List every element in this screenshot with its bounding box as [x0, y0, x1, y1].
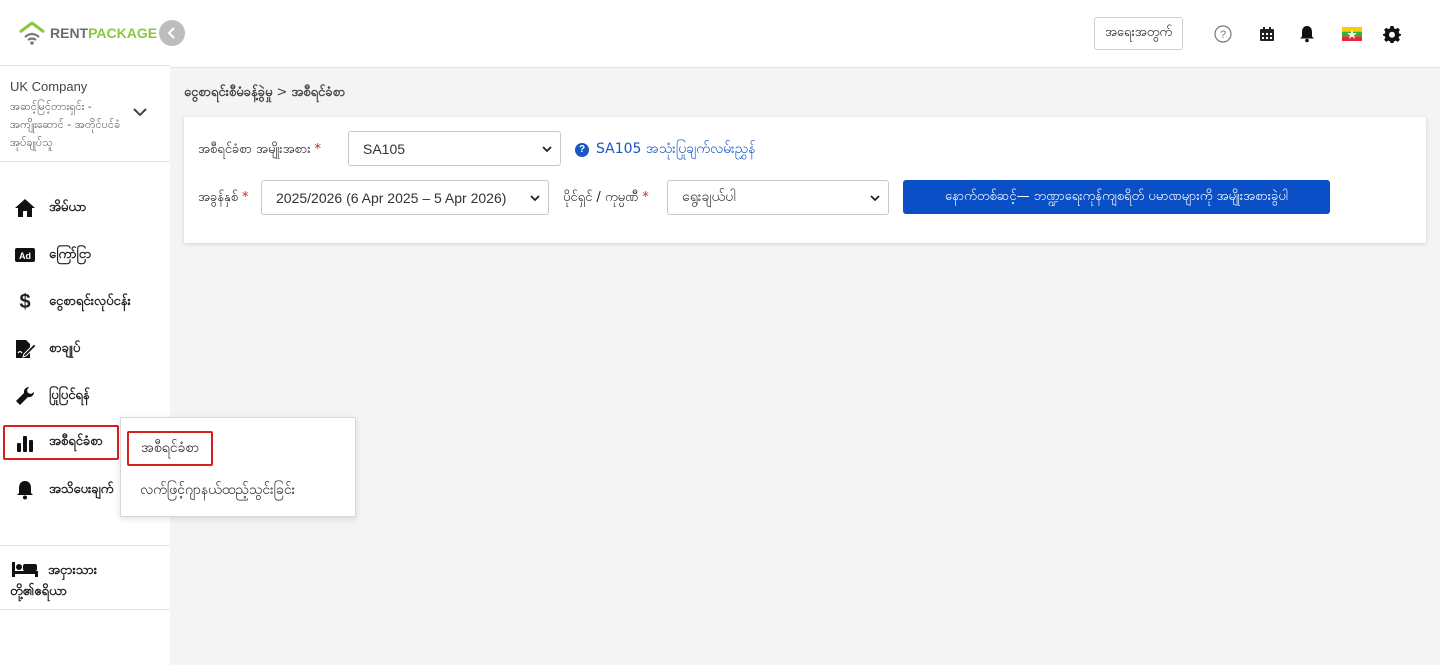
owner-label: ပိုင်ရှင် / ကုမ္ပဏီ * [563, 190, 649, 205]
sidebar-item-label: အိမ်ယာ [49, 199, 87, 215]
breadcrumb-separator: > [276, 85, 288, 100]
question-circle-icon[interactable]: ? [1213, 24, 1233, 44]
sidebar-item-label: ကြော်ငြာ [49, 246, 92, 262]
sidebar-item-label: စာချုပ် [49, 340, 81, 356]
home-icon [14, 197, 36, 219]
breadcrumb: ငွေစာရင်းစီမံခန့်ခွဲမှု > အစီရင်ခံစာ [184, 84, 345, 103]
breadcrumb-current: အစီရင်ခံစာ [291, 85, 346, 100]
wrench-icon [14, 385, 36, 407]
question-circle-icon: ? [575, 142, 589, 157]
sidebar-item-home[interactable]: အိမ်ယာ [0, 188, 170, 228]
brand-logo[interactable]: RENTPACKAGE [18, 20, 157, 46]
chevron-down-icon [870, 195, 880, 202]
sa105-guide-link[interactable]: ? SA105 အသုံးပြုချက်လမ်းညွှန် [575, 139, 755, 160]
help-button[interactable]: အရေးအတွက် [1094, 17, 1184, 50]
logo-row: RENTPACKAGE [0, 0, 170, 66]
calendar-icon[interactable] [1257, 24, 1277, 44]
svg-text:Ad: Ad [19, 251, 31, 261]
sidebar-item-ads[interactable]: Ad ကြော်ငြာ [0, 235, 170, 275]
dollar-icon: $ [19, 290, 31, 313]
sidebar-item-reports[interactable]: အစီရင်ခံစာ [3, 425, 119, 460]
sidebar-collapse-button[interactable] [159, 20, 185, 46]
sidebar-item-maintenance[interactable]: ပြုပြင်ရန် [0, 376, 170, 416]
sidebar: RENTPACKAGE UK Company အဆင့်မြင့်တားရှင်… [0, 0, 170, 665]
company-switcher[interactable]: UK Company အဆင့်မြင့်တားရှင်း - အကျိုးဆေ… [0, 66, 170, 162]
report-type-select[interactable]: SA105 [348, 131, 561, 166]
sidebar-item-accounting[interactable]: $ ငွေစာရင်းလုပ်ငန်း [0, 282, 170, 322]
report-type-label: အစီရင်ခံစာ အမျိုးအစား * [198, 142, 321, 157]
company-description: အဆင့်မြင့်တားရှင်း - အကျိုးဆောင် - အတိုင… [10, 100, 121, 149]
bar-chart-icon [14, 432, 36, 454]
next-step-button[interactable]: နောက်တစ်ဆင့်— ဘဏ္ဍာရေးကုန်ကျစရိတ် ပမာဏမျ… [903, 180, 1330, 214]
gear-icon[interactable] [1382, 24, 1402, 44]
sidebar-item-label: အသိပေးချက် [49, 481, 114, 497]
breadcrumb-parent[interactable]: ငွေစာရင်းစီမံခန့်ခွဲမှု [184, 85, 272, 100]
sidebar-item-contracts[interactable]: စာချုပ် [0, 329, 170, 369]
tax-year-label: အခွန်နှစ် * [198, 190, 249, 205]
company-name: UK Company [10, 79, 88, 94]
bed-icon [12, 560, 38, 582]
submenu-item-manual-journal[interactable]: လက်ဖြင့်ဂျာနယ်ထည့်သွင်းခြင်း [140, 480, 295, 501]
bell-icon [14, 479, 36, 501]
owner-select[interactable]: ရွေးချယ်ပါ [667, 180, 889, 215]
tenant-area-label-line2: တို့၏ဧရိယာ [10, 584, 67, 599]
chevron-down-icon [542, 146, 552, 153]
sidebar-divider [0, 545, 170, 546]
submenu-item-reports[interactable]: အစီရင်ခံစာ [127, 431, 214, 466]
contract-sign-icon [14, 338, 36, 360]
top-header: အရေးအတွက် ? [170, 0, 1440, 68]
reports-submenu: အစီရင်ခံစာ လက်ဖြင့်ဂျာနယ်ထည့်သွင်းခြင်း [120, 417, 356, 517]
sidebar-item-label: ပြုပြင်ရန် [49, 387, 90, 403]
chevron-down-icon [530, 195, 540, 202]
sidebar-item-label: အစီရင်ခံစာ [49, 434, 103, 449]
svg-text:?: ? [1220, 29, 1226, 41]
chevron-left-icon [167, 27, 175, 39]
tenant-area-label-line1: အငှားသား [48, 563, 98, 578]
report-form-card: အစီရင်ခံစာ အမျိုးအစား * SA105 ? SA105 အသု… [184, 117, 1426, 243]
tax-year-select[interactable]: 2025/2026 (6 Apr 2025 – 5 Apr 2026) [261, 180, 549, 215]
myanmar-flag-icon[interactable] [1341, 24, 1363, 44]
sidebar-divider [0, 609, 170, 610]
bell-icon[interactable] [1297, 24, 1317, 44]
house-wifi-icon [19, 21, 45, 45]
brand-name: RENTPACKAGE [50, 25, 158, 41]
sidebar-item-label: ငွေစာရင်းလုပ်ငန်း [49, 293, 131, 309]
chevron-down-icon[interactable] [132, 106, 148, 118]
ad-icon: Ad [14, 244, 36, 266]
